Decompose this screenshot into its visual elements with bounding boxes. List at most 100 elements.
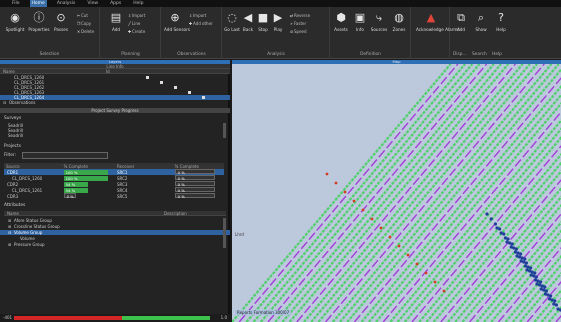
add-other-button[interactable]: ✚Add other: [188, 21, 213, 26]
progress-bar: 0 %: [174, 187, 215, 193]
search-group-label: Search: [471, 52, 487, 57]
map-view[interactable]: Map Lhrd Reports Formation 300/07: [232, 60, 561, 322]
copy-button[interactable]: ❐Copy: [76, 21, 91, 26]
attr-item[interactable]: ⊞ Afore Status Group: [0, 218, 230, 223]
menu-home[interactable]: Home: [29, 0, 47, 7]
attributes-scrollbar[interactable]: [223, 218, 226, 248]
attr-item-label: Volume: [20, 236, 35, 241]
menu-analysis[interactable]: Analysis: [55, 0, 78, 7]
id-column[interactable]: Id: [106, 69, 110, 74]
receiver-dot: [556, 307, 560, 311]
go-last-button[interactable]: ◌ Go Last: [223, 12, 241, 33]
attr-item[interactable]: ⊞ Pressure Group: [0, 242, 230, 247]
play-button[interactable]: ▶ Play: [270, 12, 286, 33]
assets-button[interactable]: ⬢ Assets: [331, 12, 351, 33]
info-button[interactable]: ▣ Info: [351, 12, 369, 33]
passes-button[interactable]: ⊙ Passes: [50, 11, 72, 33]
delete-label: Delete: [81, 29, 95, 34]
surveys-scrollbar[interactable]: [223, 123, 226, 138]
footer-green-bar: [122, 316, 210, 320]
cut-label: Cut: [81, 13, 88, 18]
source-point: [325, 172, 329, 176]
left-panel: Layers Line Info Name Id CL_DRCS_1260 CL…: [0, 60, 230, 322]
add-button[interactable]: ▤ Add: [105, 11, 127, 33]
add-sensors-button[interactable]: ⊕ Add Sensors: [164, 12, 190, 33]
footer-red-bar: [14, 316, 122, 320]
survey-line-green: [331, 64, 553, 322]
menu-bar: File Home Analysis View Apps Help: [0, 0, 561, 7]
help-button[interactable]: ? Help: [491, 12, 511, 33]
analysis-group-label: Analysis: [267, 52, 285, 57]
line-marker: [146, 76, 149, 79]
progress-bar: 54 %: [63, 181, 88, 187]
sources-button[interactable]: ⤷ Sources: [369, 11, 389, 33]
source-point: [379, 226, 383, 230]
line-button[interactable]: ╱Line: [127, 21, 140, 26]
attr-description-column[interactable]: Description: [164, 211, 187, 216]
source-point: [361, 208, 365, 212]
source-pct-cell: 100 %: [61, 169, 116, 175]
passes-icon: ⊙: [56, 11, 66, 24]
source-point: [433, 280, 437, 284]
attributes-header: Name Description: [4, 211, 226, 216]
display-group-label: Disp...: [453, 52, 467, 57]
stop-button[interactable]: ■ Stop: [255, 12, 271, 33]
spotlight-button[interactable]: ◉ Spotlight: [4, 12, 26, 33]
ribbon-group-display: ⧉ Add ⌕ Show ? Help Disp... Search Help: [451, 7, 513, 59]
menu-view[interactable]: View: [85, 0, 100, 7]
create-button[interactable]: ✚Create: [127, 29, 145, 34]
observations-label: Observations: [9, 100, 36, 105]
name-column[interactable]: Name: [3, 69, 15, 74]
attr-item[interactable]: ⊞ Crossline Status Group: [0, 224, 230, 229]
acknowledge-alarms-button[interactable]: ▲ Acknowledge Alarms: [416, 12, 460, 33]
source-point: [442, 289, 446, 293]
observations-row[interactable]: ⊟ Observations: [0, 100, 230, 105]
survey-item[interactable]: Seadrill: [0, 133, 230, 138]
expand-icon[interactable]: ⊞: [8, 218, 11, 223]
source-point: [406, 253, 410, 257]
attr-item[interactable]: ⊟ Volume Group: [0, 230, 230, 235]
document-icon: ▤: [110, 11, 122, 24]
filter-input[interactable]: [22, 152, 108, 159]
receiver-dot: [543, 292, 547, 296]
show-button[interactable]: ⌕ Show: [471, 12, 491, 33]
progress-row[interactable]: CDR3 0 % SRC5 0 %: [4, 193, 224, 199]
source-point: [415, 262, 419, 266]
expand-icon[interactable]: ⊞: [8, 224, 11, 229]
map-canvas[interactable]: [232, 64, 561, 322]
collapse-icon[interactable]: ⊟: [8, 230, 11, 235]
source-point: [343, 190, 347, 194]
survey-line-green: [317, 64, 538, 322]
reverse-button[interactable]: ⇄Reverse: [289, 13, 310, 18]
display-add-button[interactable]: ⧉ Add: [451, 11, 471, 33]
menu-file[interactable]: File: [10, 0, 22, 7]
zones-icon: ◍: [394, 11, 404, 24]
delete-button[interactable]: ✕Delete: [76, 29, 94, 34]
speed-button[interactable]: ⊘Speed: [289, 29, 307, 34]
obs-import-button[interactable]: ⇩Import: [188, 13, 206, 18]
progress-bar: 54 %: [63, 187, 88, 193]
ribbon-group-analysis: ◌ Go Last ◀ Back ■ Stop ▶ Play ⇄Reverse …: [223, 7, 330, 59]
back-button[interactable]: ◀ Back: [240, 12, 256, 33]
expand-icon[interactable]: ⊟: [3, 100, 6, 105]
properties-icon: ⓘ: [33, 11, 45, 24]
import-label: Import: [132, 13, 146, 18]
receiver-dot: [509, 245, 513, 249]
menu-apps[interactable]: Apps: [108, 0, 123, 7]
ribbon-group-alarms: ▲ Acknowledge Alarms: [412, 7, 460, 59]
menu-help[interactable]: Help: [131, 0, 145, 7]
import-button[interactable]: ⇩Import: [127, 13, 145, 18]
expand-icon[interactable]: ⊞: [8, 242, 11, 247]
faster-button[interactable]: »Faster: [289, 21, 306, 26]
sources-icon: ⤷: [375, 11, 383, 24]
zones-button[interactable]: ◍ Zones: [389, 11, 409, 33]
attr-name-column[interactable]: Name: [7, 211, 19, 216]
attr-item-label: Crossline Status Group: [14, 224, 60, 229]
receiver-dot: [535, 282, 539, 286]
properties-button[interactable]: ⓘ Properties: [28, 11, 50, 33]
receiver-dot: [525, 268, 529, 272]
cut-button[interactable]: ✂Cut: [76, 13, 88, 18]
window-icon: ⧉: [457, 11, 465, 24]
attr-item[interactable]: Volume: [0, 236, 230, 241]
add-sensors-label: Add Sensors: [164, 27, 190, 32]
